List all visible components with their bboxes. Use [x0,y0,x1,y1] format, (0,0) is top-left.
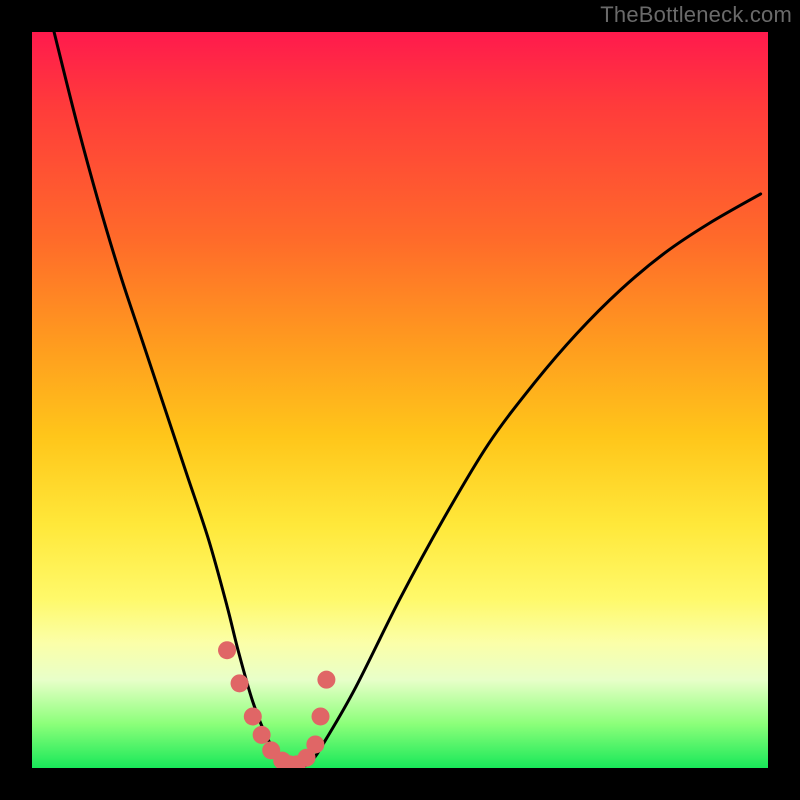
highlight-dots [218,641,335,768]
highlight-dot [317,671,335,689]
highlight-dot [253,726,271,744]
highlight-dot [306,735,324,753]
highlight-dot [244,707,262,725]
bottleneck-curve-path [54,32,761,768]
highlight-dot [218,641,236,659]
bottleneck-curve [54,32,761,768]
highlight-dot [312,707,330,725]
chart-overlay [32,32,768,768]
chart-frame: TheBottleneck.com [0,0,800,800]
plot-area [32,32,768,768]
watermark: TheBottleneck.com [600,2,792,28]
highlight-dot [231,674,249,692]
